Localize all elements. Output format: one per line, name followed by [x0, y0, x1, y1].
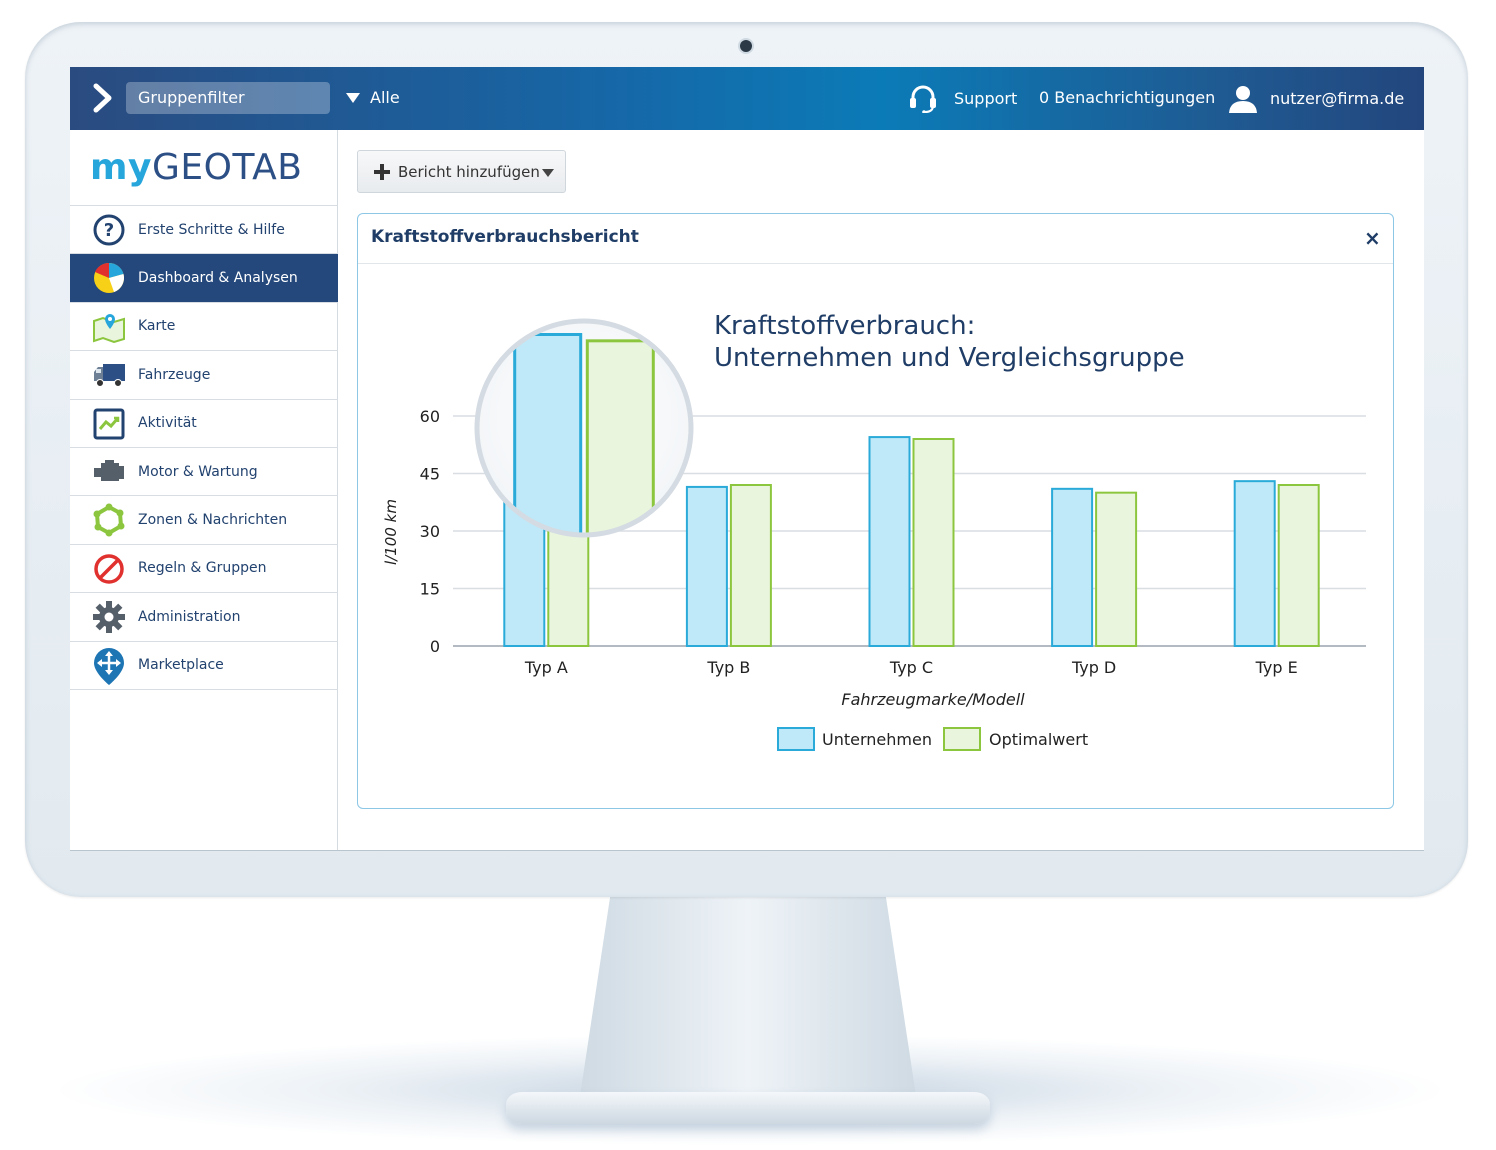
zone-icon [92, 503, 126, 537]
fuel-chart: Kraftstoffverbrauch: Unternehmen und Ver… [382, 311, 1366, 751]
sidebar-item-administration[interactable]: Administration [70, 593, 338, 642]
x-tick-label: Typ B [706, 658, 750, 677]
support-link[interactable]: Support [908, 81, 1017, 115]
close-icon[interactable]: × [1364, 228, 1381, 248]
report-panel: Kraftstoffverbrauchsbericht × Kraftstoff… [357, 213, 1394, 809]
marketplace-icon [92, 647, 126, 685]
screen: Gruppenfilter Alle Support 0 Benachricht… [70, 67, 1424, 851]
caret-down-icon [542, 169, 554, 177]
y-tick-label: 60 [420, 407, 440, 426]
sidebar-item-zones[interactable]: Zonen & Nachrichten [70, 496, 338, 545]
monitor-stand [580, 896, 916, 1096]
bar-unternehmen-typ-d [1051, 487, 1094, 647]
chart-title-line1: Kraftstoffverbrauch: [714, 311, 975, 341]
user-email: nutzer@firma.de [1270, 88, 1405, 108]
sidebar-item-dashboard[interactable]: Dashboard & Analysen [70, 254, 338, 303]
notifications-link[interactable]: 0 Benachrichtigungen [1039, 81, 1215, 115]
bar-optimalwert-typ-b [729, 484, 772, 647]
bar-unternehmen-typ-b [685, 485, 728, 647]
sidebar-item-label: Karte [138, 318, 176, 335]
legend-label-unternehmen: Unternehmen [822, 730, 932, 749]
stage: Gruppenfilter Alle Support 0 Benachricht… [0, 0, 1496, 1150]
add-report-label: Bericht hinzufügen [398, 162, 540, 181]
y-axis-label: l/100 km [382, 499, 400, 565]
chart-title-line2: Unternehmen und Vergleichsgruppe [714, 343, 1185, 373]
group-select[interactable]: Alle [346, 82, 400, 114]
bar-unternehmen-typ-e [1233, 480, 1276, 647]
x-tick-label: Typ A [524, 658, 568, 677]
user-icon [1229, 86, 1257, 113]
x-tick-label: Typ E [1255, 658, 1298, 677]
legend-swatch-optimalwert [943, 727, 981, 751]
logo-my: my [90, 147, 152, 188]
bar-optimalwert-typ-e [1277, 484, 1320, 647]
headset-icon [910, 85, 936, 113]
magnified-bar-optimalwert [585, 339, 655, 534]
sidebar-item-marketplace[interactable]: Marketplace [70, 642, 338, 690]
logo-geotab: GEOTAB [151, 147, 303, 188]
sidebar-item-label: Fahrzeuge [138, 366, 211, 383]
y-tick-label: 45 [420, 465, 440, 484]
x-axis-label: Fahrzeugmarke/Modell [841, 690, 1025, 709]
sidebar-item-engine[interactable]: Motor & Wartung [70, 448, 338, 497]
y-tick-label: 0 [430, 637, 440, 656]
legend: Unternehmen Optimalwert [777, 727, 1088, 751]
sidebar-item-label: Erste Schritte & Hilfe [138, 221, 285, 238]
triangle-down-icon [346, 93, 360, 103]
plus-icon [374, 164, 390, 180]
gear-icon [92, 601, 126, 634]
top-bar: Gruppenfilter Alle Support 0 Benachricht… [70, 67, 1424, 130]
webcam-icon [740, 40, 752, 52]
x-tick-label: Typ D [1071, 658, 1116, 677]
sidebar-item-label: Regeln & Gruppen [138, 560, 267, 577]
report-panel-title: Kraftstoffverbrauchsbericht [371, 227, 639, 247]
x-tick-label: Typ C [889, 658, 933, 677]
activity-icon [92, 408, 126, 440]
sidebar-item-map[interactable]: Karte [70, 303, 338, 352]
sidebar-item-label: Zonen & Nachrichten [138, 512, 288, 529]
legend-label-optimalwert: Optimalwert [989, 730, 1088, 749]
sidebar-item-rules[interactable]: Regeln & Gruppen [70, 545, 338, 594]
mygeotab-logo[interactable]: myGEOTAB [90, 148, 302, 188]
sidebar-item-activity[interactable]: Aktivität [70, 400, 338, 448]
bar-optimalwert-typ-c [912, 438, 955, 647]
prohibited-icon [92, 553, 126, 585]
add-report-button[interactable]: Bericht hinzufügen [357, 150, 566, 193]
legend-swatch-unternehmen [777, 727, 815, 751]
pie-chart-icon [92, 262, 126, 294]
sidebar-item-label: Marketplace [138, 657, 224, 674]
group-select-value: Alle [370, 88, 400, 107]
chevron-right-icon[interactable] [92, 83, 114, 113]
group-filter-input[interactable]: Gruppenfilter [126, 82, 330, 114]
truck-icon [92, 359, 126, 391]
monitor-base [506, 1092, 990, 1124]
sidebar-item-label: Motor & Wartung [138, 463, 258, 480]
bar-optimalwert-typ-d [1095, 491, 1138, 647]
sidebar-item-help[interactable]: ? Erste Schritte & Hilfe [70, 206, 338, 255]
help-icon: ? [92, 214, 126, 246]
report-panel-header: Kraftstoffverbrauchsbericht × [358, 214, 1393, 264]
y-tick-label: 30 [420, 522, 440, 541]
svg-text:?: ? [104, 220, 114, 241]
sidebar-item-vehicles[interactable]: Fahrzeuge [70, 351, 338, 400]
y-tick-label: 15 [420, 580, 440, 599]
sidebar: myGEOTAB ? Erste Schritte & Hilfe Dashbo… [70, 130, 338, 850]
user-menu[interactable]: nutzer@firma.de [1228, 81, 1404, 115]
engine-icon [92, 456, 126, 488]
main-content: Bericht hinzufügen Kraftstoffverbrauchsb… [338, 130, 1424, 850]
support-label: Support [954, 88, 1018, 108]
sidebar-item-label: Aktivität [138, 415, 197, 432]
sidebar-item-label: Administration [138, 608, 241, 625]
map-icon [92, 311, 126, 343]
sidebar-item-label: Dashboard & Analysen [138, 270, 298, 287]
sidebar-nav: ? Erste Schritte & Hilfe Dashboard & Ana… [70, 205, 338, 690]
bar-unternehmen-typ-c [868, 436, 911, 647]
